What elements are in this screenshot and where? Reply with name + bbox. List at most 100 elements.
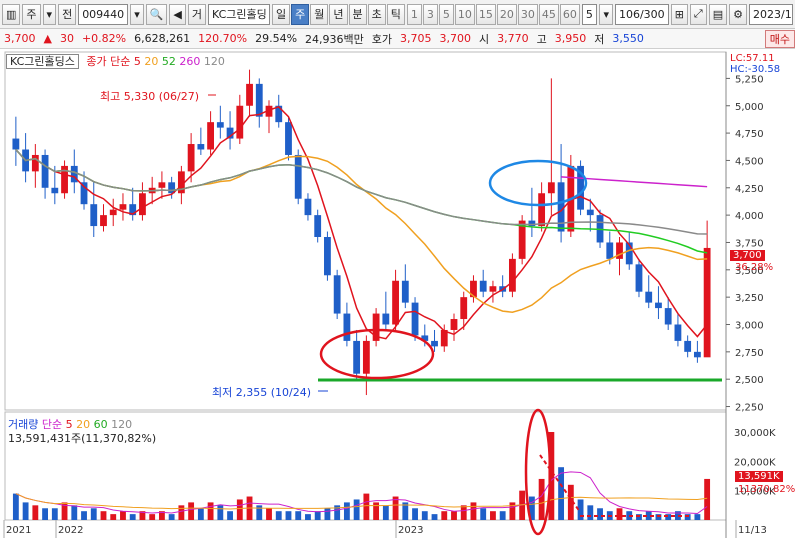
candle-body <box>343 313 351 341</box>
date-field[interactable]: 2023/1 <box>749 3 793 25</box>
volume-bar <box>285 511 292 520</box>
price-tick-label: 5,250 <box>735 74 764 85</box>
lc-label: LC:57.11 <box>730 53 775 64</box>
interval-button-8[interactable]: 60 <box>559 3 580 25</box>
interval-select[interactable]: 5 <box>581 3 598 25</box>
view-button[interactable]: 거 <box>187 3 207 25</box>
ma-52-label: 52 <box>161 55 176 68</box>
volume-bar <box>22 502 29 520</box>
volume-bar <box>120 511 126 520</box>
volume-ratio: 120.70% <box>198 32 248 45</box>
stock-code-input[interactable]: 009440 <box>78 3 129 25</box>
code-dropdown-icon[interactable]: ▾ <box>130 3 144 25</box>
volume-bar <box>51 508 58 520</box>
low-price: 3,550 <box>612 32 644 45</box>
interval-button-1[interactable]: 3 <box>422 3 438 25</box>
dropdown-chevron-icon[interactable]: ▾ <box>42 3 57 25</box>
quote-bar: 3,700 ▲ 30 +0.82% 6,628,261 120.70% 29.5… <box>0 29 795 49</box>
candle-body <box>528 220 536 227</box>
period-tab-6[interactable]: 틱 <box>386 3 405 25</box>
volume-bar <box>538 478 545 520</box>
volume-bar <box>353 499 360 520</box>
candle-body <box>80 182 88 205</box>
volume-bar <box>431 514 438 520</box>
interval-button-4[interactable]: 15 <box>475 3 496 25</box>
period-tab-5[interactable]: 초 <box>367 3 386 25</box>
gear-icon[interactable]: ⚙ <box>729 3 747 25</box>
volume-bar <box>71 505 78 520</box>
period-tab-3[interactable]: 년 <box>329 3 348 25</box>
grid-settings-icon[interactable]: ⊞ <box>670 3 688 25</box>
period-tab-1[interactable]: 주 <box>291 3 310 25</box>
volume-bar <box>616 508 623 520</box>
bid-label: 호가 <box>371 32 393 46</box>
period-tab-0[interactable]: 일 <box>272 3 291 25</box>
candle-body <box>538 193 546 227</box>
toolbar: ▥ 주 ▾ 전 009440 ▾ 🔍 ◀ 거 KC그린홀딩 일주월년분초틱 13… <box>0 0 795 29</box>
volume-bar <box>236 499 243 520</box>
interval-button-0[interactable]: 1 <box>406 3 422 25</box>
open-label: 시 <box>479 32 490 46</box>
volume-bar <box>363 493 370 520</box>
volume-bar <box>90 508 97 520</box>
interval-button-7[interactable]: 45 <box>538 3 559 25</box>
candle-body <box>158 182 166 188</box>
up-arrow-icon: ▲ <box>43 32 52 45</box>
interval-dropdown-icon[interactable]: ▾ <box>599 3 613 25</box>
count-field[interactable]: 106/300 <box>614 3 669 25</box>
volume-bar <box>470 502 477 520</box>
interval-button-2[interactable]: 5 <box>438 3 454 25</box>
draw-tool-icon[interactable]: ⤢ <box>689 3 707 25</box>
period-tab-2[interactable]: 월 <box>310 3 329 25</box>
high-label: 고 <box>536 32 547 46</box>
candle-body <box>557 182 565 232</box>
volume-bar <box>12 493 19 520</box>
volume-bar <box>217 505 224 520</box>
volume-bar <box>81 511 87 520</box>
candle-body <box>586 209 594 216</box>
price-tag: 3,700 <box>730 250 765 261</box>
ma-20-label: 20 <box>144 55 159 68</box>
price-tick-label: 2,250 <box>735 403 764 414</box>
candle-body <box>392 280 399 325</box>
market-type-select[interactable]: 주 <box>22 3 41 25</box>
buy-button[interactable]: 매수 <box>764 29 795 48</box>
candle-body <box>207 122 214 150</box>
volume-bar <box>704 478 711 520</box>
hc-label: HC:-30.58 <box>730 64 781 75</box>
volume-bar <box>490 511 496 520</box>
volume-bar <box>451 511 457 520</box>
chart-type-icon[interactable]: ▥ <box>2 3 21 25</box>
candle-body <box>324 237 331 276</box>
ask-price: 3,700 <box>439 32 472 45</box>
volume-bar <box>382 505 389 520</box>
candle-body <box>664 308 672 325</box>
candle-body <box>431 340 438 347</box>
volume-tag: 13,591K <box>735 471 783 482</box>
price-chart-area[interactable]: 2,250 2,500 2,750 3,000 3,250 3,500 3,750 4,000… <box>0 50 795 538</box>
price-tick-label: 3,250 <box>735 293 764 304</box>
interval-button-6[interactable]: 30 <box>517 3 538 25</box>
period-tab-4[interactable]: 분 <box>348 3 367 25</box>
ma-5-label: 5 <box>133 55 141 68</box>
volume-bar <box>32 505 39 520</box>
candle-body <box>460 297 468 320</box>
candle-body <box>216 122 224 128</box>
volume-bar <box>266 508 272 520</box>
interval-button-5[interactable]: 20 <box>496 3 517 25</box>
candle-body <box>100 215 107 227</box>
price-legend: KC그린홀딩스 종가 단순 5 20 52 260 120 <box>6 53 225 69</box>
interval-button-3[interactable]: 10 <box>454 3 475 25</box>
volume-tick-label: 30,000K <box>734 428 776 439</box>
panel-icon[interactable]: ▤ <box>708 3 728 25</box>
prev-button[interactable]: 전 <box>58 3 77 25</box>
candle-body <box>401 280 409 303</box>
volume-bar <box>295 511 302 520</box>
turnover-pct: 29.54% <box>255 32 298 45</box>
search-icon[interactable]: 🔍 <box>145 3 168 25</box>
candle-body <box>187 144 195 172</box>
sound-icon[interactable]: ◀ <box>169 3 186 25</box>
stock-name-field[interactable]: KC그린홀딩 <box>208 3 271 25</box>
volume-bar <box>460 505 467 520</box>
candle-body <box>31 154 39 172</box>
